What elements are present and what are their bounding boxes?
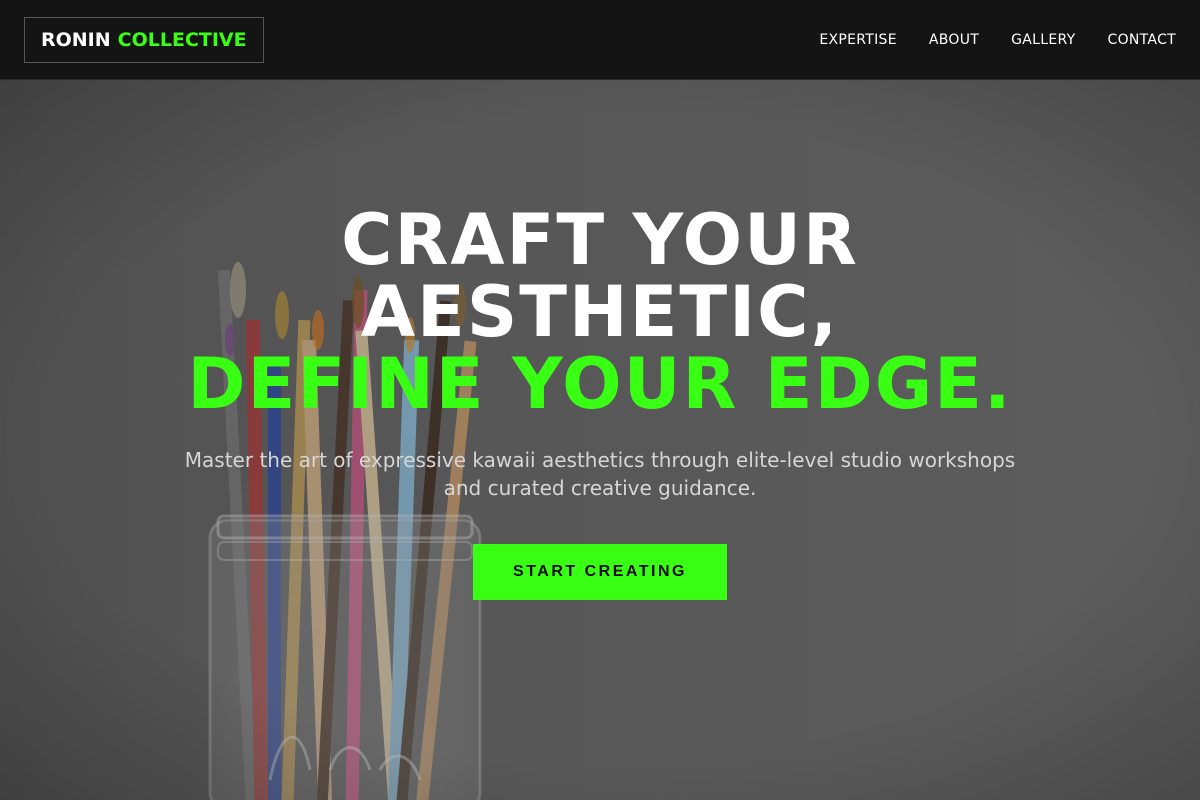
headline-line-3-accent: DEFINE YOUR EDGE. xyxy=(187,343,1013,425)
nav-link-gallery[interactable]: GALLERY xyxy=(1011,32,1075,48)
brand-name-primary: RONIN xyxy=(41,28,111,51)
hero-headline: CRAFT YOUR AESTHETIC, DEFINE YOUR EDGE. xyxy=(0,204,1200,420)
nav-link-contact[interactable]: CONTACT xyxy=(1108,32,1177,48)
hero-section: CRAFT YOUR AESTHETIC, DEFINE YOUR EDGE. … xyxy=(0,80,1200,800)
nav-link-about[interactable]: ABOUT xyxy=(929,32,979,48)
hero-subtitle: Master the art of expressive kawaii aest… xyxy=(184,448,1016,500)
hero-content: CRAFT YOUR AESTHETIC, DEFINE YOUR EDGE. … xyxy=(0,204,1200,600)
start-creating-button[interactable]: START CREATING xyxy=(473,544,727,600)
brand-name-accent: COLLECTIVE xyxy=(117,28,247,51)
nav-link-expertise[interactable]: EXPERTISE xyxy=(819,32,897,48)
brand-logo[interactable]: RONIN COLLECTIVE xyxy=(24,16,264,63)
headline-line-1: CRAFT YOUR xyxy=(341,199,859,281)
headline-line-2: AESTHETIC, xyxy=(360,271,840,353)
top-navbar: RONIN COLLECTIVE EXPERTISE ABOUT GALLERY… xyxy=(0,0,1200,80)
main-nav: EXPERTISE ABOUT GALLERY CONTACT xyxy=(819,32,1176,48)
